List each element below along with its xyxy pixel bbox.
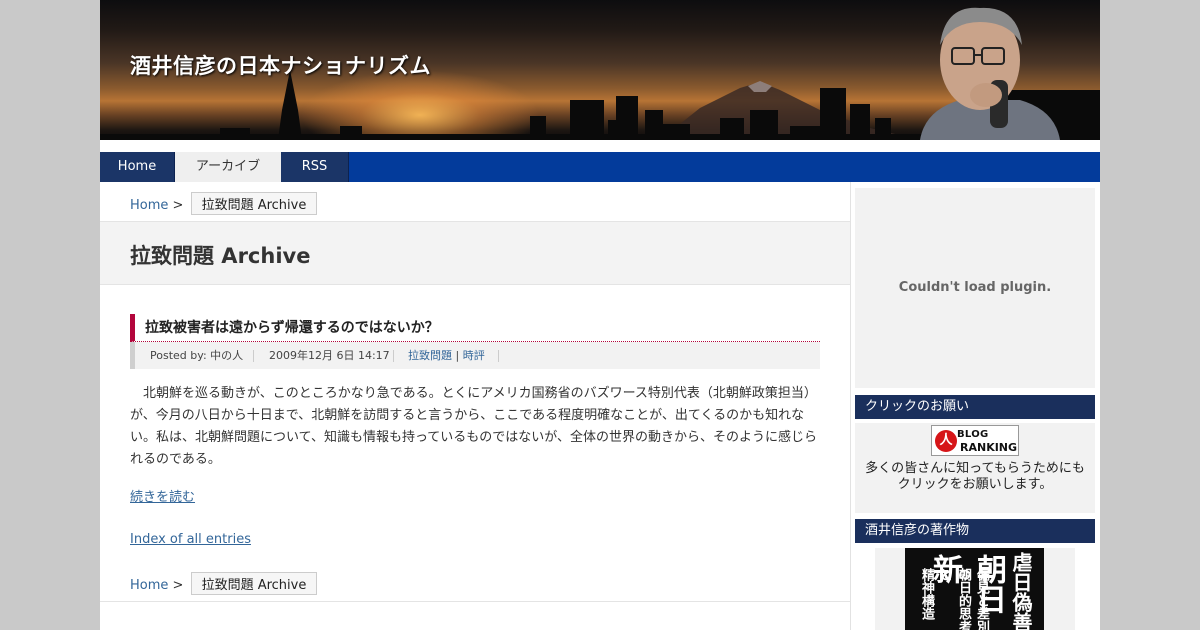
main-content: Home > 拉致問題 Archive 拉致問題 Archive 拉致被害者は遠…	[100, 182, 851, 630]
page-title: 拉致問題 Archive	[130, 244, 311, 268]
click-request-text: 多くの皆さんに知ってもらうためにも クリックをお願いします。	[865, 461, 1085, 492]
category-separator: |	[455, 349, 460, 362]
nav-home[interactable]: Home	[100, 152, 175, 182]
entry-body: 北朝鮮を巡る動きが、このところかなり急である。とくにアメリカ国務省のバズワース特…	[130, 386, 818, 467]
main-nav: Home アーカイブ RSS	[100, 152, 1100, 182]
nav-archive[interactable]: アーカイブ	[175, 152, 281, 182]
blog-ranking-logo-icon: 人	[935, 430, 957, 452]
meta-divider	[393, 350, 394, 362]
entry-datetime: 2009年12月 6日 14:17	[269, 349, 390, 362]
blog-ranking-line1: BLOG	[957, 429, 989, 440]
entry-categories: 拉致問題 | 時評	[408, 342, 485, 369]
breadcrumb-separator: >	[172, 198, 184, 213]
breadcrumb-home-link[interactable]: Home	[130, 198, 168, 213]
meta-divider	[498, 350, 499, 362]
book-area: 虐日偽善 朝日新 偏見と差別の 朝日的思考と 精神構造	[875, 548, 1075, 630]
breadcrumb-bottom: Home > 拉致問題 Archive	[130, 572, 318, 595]
author-portrait-image	[920, 7, 1100, 140]
posted-by: Posted by: 中の人	[150, 342, 243, 369]
entry-title[interactable]: 拉致被害者は遠からず帰還するのではないか？	[130, 314, 820, 342]
read-more-link[interactable]: 続きを読む	[130, 486, 195, 505]
site-title[interactable]: 酒井信彦の日本ナショナリズム	[130, 50, 431, 80]
click-request-box: 人 BLOG RANKING 多くの皆さんに知ってもらうためにも クリックをお願…	[855, 423, 1095, 513]
works-heading: 酒井信彦の著作物	[855, 519, 1095, 543]
entry-meta: Posted by: 中の人 2009年12月 6日 14:17 拉致問題 | …	[130, 342, 820, 369]
category-link[interactable]: 時評	[463, 349, 485, 362]
category-link[interactable]: 拉致問題	[408, 349, 452, 362]
blog-ranking-line2: RANKING	[960, 441, 1018, 454]
blog-ranking-badge[interactable]: 人 BLOG RANKING	[931, 425, 1019, 456]
book-subtitle-2: 朝日的思考と	[937, 568, 971, 630]
archive-header: 拉致問題 Archive	[100, 221, 850, 285]
book-subtitle-3: 精神構造	[919, 568, 934, 620]
breadcrumb-current: 拉致問題 Archive	[190, 572, 318, 595]
meta-divider	[253, 350, 254, 362]
breadcrumb: Home > 拉致問題 Archive	[130, 192, 318, 215]
posted-by-label: Posted by:	[150, 349, 207, 362]
page-wrapper: 酒井信彦の日本ナショナリズム Home アーカイブ RSS Home > 拉致問…	[100, 0, 1100, 630]
nav-rss[interactable]: RSS	[281, 152, 349, 182]
plugin-placeholder: Couldn't load plugin.	[855, 188, 1095, 388]
book-title-main: 虐日偽善	[1009, 552, 1033, 630]
index-of-all-entries-link[interactable]: Index of all entries	[130, 532, 251, 547]
breadcrumb-current: 拉致問題 Archive	[190, 192, 318, 215]
click-request-heading: クリックのお願い	[855, 395, 1095, 419]
book-cover-image[interactable]: 虐日偽善 朝日新 偏見と差別の 朝日的思考と 精神構造	[905, 548, 1044, 630]
site-header: 酒井信彦の日本ナショナリズム	[100, 0, 1100, 140]
breadcrumb-separator: >	[172, 578, 184, 593]
breadcrumb-home-link[interactable]: Home	[130, 578, 168, 593]
entry-author: 中の人	[210, 349, 244, 362]
divider	[100, 601, 850, 602]
